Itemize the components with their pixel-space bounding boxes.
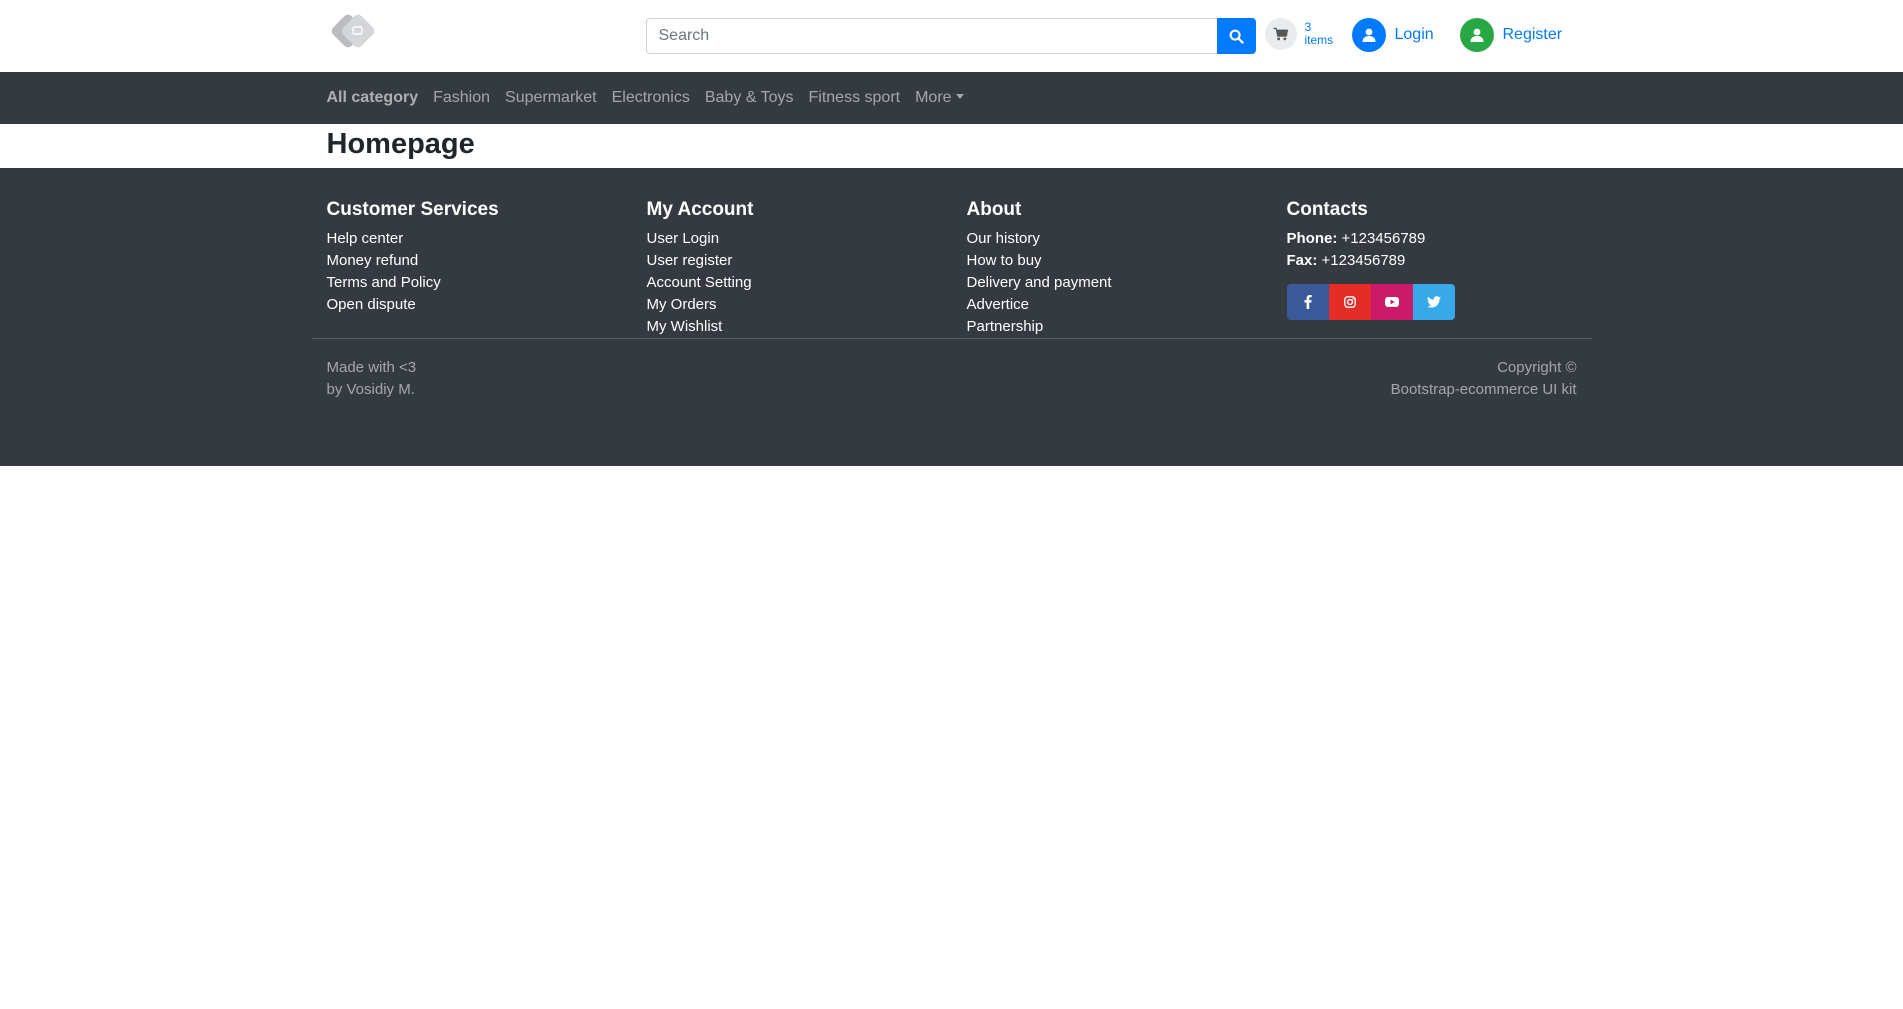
site-header: 3 items Login Register [0, 0, 1903, 72]
nav-fitness-sport[interactable]: Fitness sport [809, 89, 901, 106]
footer-copyright: Copyright © Bootstrap-ecommerce UI kit [1391, 357, 1577, 401]
twitter-icon [1426, 296, 1441, 308]
nav-baby-toys[interactable]: Baby & Toys [705, 89, 794, 106]
page-title-section: Homepage [0, 124, 1903, 168]
footer-link-partnership[interactable]: Partnership [967, 318, 1044, 335]
footer-bottom: Made with <3 by Vosidiy M. Copyright © B… [312, 339, 1592, 401]
cart-items-label: items [1304, 33, 1334, 47]
footer-link-our-history[interactable]: Our history [967, 230, 1040, 247]
footer-link-my-wishlist[interactable]: My Wishlist [647, 318, 723, 335]
footer-link-terms[interactable]: Terms and Policy [327, 274, 441, 291]
nav-more-dropdown[interactable]: More [915, 89, 964, 106]
caret-down-icon [955, 94, 964, 99]
footer-author: by Vosidiy M. [326, 381, 415, 398]
cart-icon-wrap [1264, 18, 1297, 50]
social-buttons [1286, 284, 1592, 320]
footer-link-delivery-payment[interactable]: Delivery and payment [967, 274, 1112, 291]
category-nav-list: All category Fashion Supermarket Electro… [312, 72, 1592, 124]
user-icon [1362, 28, 1375, 42]
copyright-owner: Bootstrap-ecommerce UI kit [1390, 381, 1577, 398]
footer-made-with: Made with <3 [326, 359, 417, 376]
search-form [645, 18, 1256, 54]
twitter-button[interactable] [1412, 284, 1455, 320]
footer-heading: About [966, 199, 1022, 220]
footer-col-my-account: My Account User Login User register Acco… [632, 198, 952, 338]
instagram-button[interactable] [1328, 284, 1371, 320]
footer-col-customer-services: Customer Services Help center Money refu… [312, 198, 632, 338]
user-icon-wrap [1459, 18, 1494, 52]
footer-link-money-refund[interactable]: Money refund [327, 252, 419, 269]
youtube-icon [1384, 297, 1399, 307]
footer-heading: Customer Services [326, 199, 499, 220]
brand-logo[interactable] [327, 12, 383, 60]
search-input[interactable] [645, 18, 1217, 54]
footer-col-about: About Our history How to buy Delivery an… [952, 198, 1272, 338]
footer-col-contacts: Contacts Phone: +123456789 Fax: +1234567… [1272, 198, 1592, 338]
contact-fax: Fax: +123456789 [1287, 250, 1592, 272]
logo-icon [331, 14, 374, 48]
footer-link-help-center[interactable]: Help center [327, 230, 404, 247]
footer-link-user-register[interactable]: User register [647, 252, 733, 269]
footer-link-advertice[interactable]: Advertice [967, 296, 1030, 313]
facebook-icon [1304, 295, 1312, 309]
register-label: Register [1502, 26, 1563, 43]
instagram-icon [1343, 296, 1356, 308]
facebook-button[interactable] [1286, 284, 1329, 320]
footer-credits: Made with <3 by Vosidiy M. [327, 357, 417, 401]
nav-supermarket[interactable]: Supermarket [505, 89, 597, 106]
cart-link[interactable]: 3 items [1264, 18, 1339, 50]
footer-link-user-login[interactable]: User Login [647, 230, 720, 247]
cart-summary: 3 items [1305, 21, 1339, 47]
cart-count: 3 [1304, 20, 1312, 34]
nav-fashion[interactable]: Fashion [433, 89, 490, 106]
login-label: Login [1394, 26, 1434, 43]
nav-more-label: More [915, 89, 952, 106]
footer-columns: Customer Services Help center Money refu… [312, 168, 1592, 338]
user-icon-wrap [1351, 18, 1386, 52]
footer-link-how-to-buy[interactable]: How to buy [967, 252, 1042, 269]
user-icon [1470, 28, 1483, 42]
fax-value: +123456789 [1321, 252, 1406, 269]
footer-link-my-orders[interactable]: My Orders [647, 296, 717, 313]
footer-link-open-dispute[interactable]: Open dispute [327, 296, 416, 313]
site-footer: Customer Services Help center Money refu… [0, 168, 1903, 466]
search-button[interactable] [1216, 18, 1256, 54]
search-icon [1229, 29, 1244, 44]
page-title: Homepage [326, 128, 475, 160]
nav-electronics[interactable]: Electronics [612, 89, 690, 106]
copyright-label: Copyright © [1497, 359, 1577, 376]
phone-label: Phone: [1286, 230, 1338, 247]
contact-phone: Phone: +123456789 [1287, 228, 1592, 250]
login-link[interactable]: Login [1351, 18, 1434, 52]
footer-heading: My Account [646, 199, 754, 220]
nav-all-category[interactable]: All category [327, 89, 419, 106]
fax-label: Fax: [1286, 252, 1318, 269]
cart-icon [1273, 27, 1288, 41]
category-navbar: All category Fashion Supermarket Electro… [0, 72, 1903, 124]
register-link[interactable]: Register [1459, 18, 1563, 52]
footer-link-account-setting[interactable]: Account Setting [647, 274, 752, 291]
youtube-button[interactable] [1370, 284, 1413, 320]
phone-value: +123456789 [1341, 230, 1426, 247]
footer-heading: Contacts [1286, 199, 1368, 220]
